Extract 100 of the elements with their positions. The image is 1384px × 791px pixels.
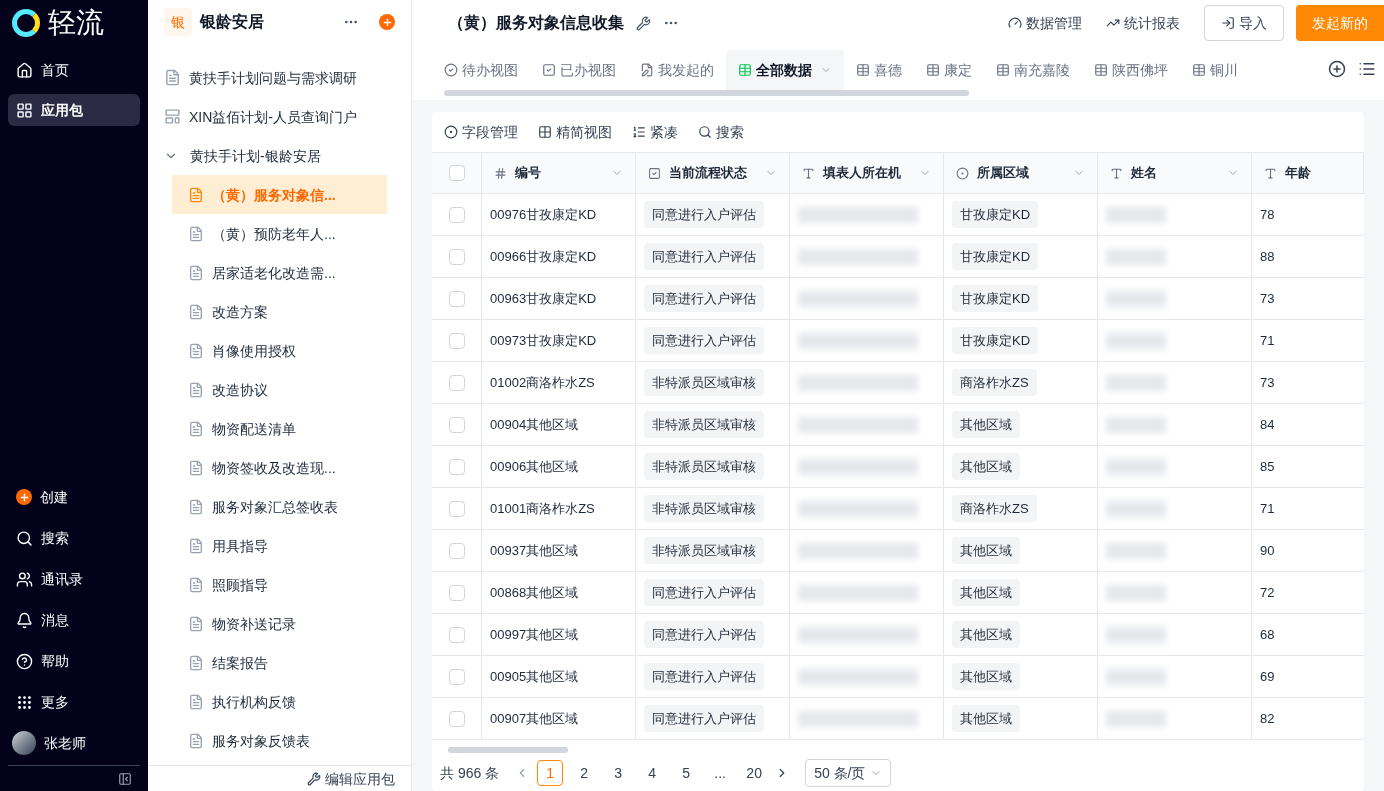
status-tag: 非特派员区域审核 <box>644 368 764 397</box>
form-item[interactable]: 物资签收及改造现... <box>172 448 387 487</box>
page-button[interactable]: 20 <box>741 760 768 786</box>
table-cell-text: 00907其他区域 <box>490 709 579 728</box>
nav-item[interactable]: 通讯录 <box>8 561 140 597</box>
user-item[interactable]: 张老师 <box>8 725 140 761</box>
form-item[interactable]: 改造协议 <box>172 370 387 409</box>
scrollbar-thumb[interactable] <box>444 90 969 96</box>
column-header[interactable]: 填表人所在机 <box>790 153 944 193</box>
page-size-select[interactable]: 50 条/页 <box>805 759 891 787</box>
form-icon <box>188 225 204 242</box>
search-icon <box>16 529 33 547</box>
row-checkbox[interactable] <box>448 332 465 349</box>
column-header[interactable]: 编号 <box>482 153 636 193</box>
form-item[interactable]: （黄）预防老年人... <box>172 214 387 253</box>
nav-item[interactable]: 搜索 <box>8 520 140 556</box>
header-link[interactable]: 统计报表 <box>1106 13 1180 33</box>
page-button[interactable]: 2 <box>571 760 598 786</box>
view-tab[interactable]: 全部数据 <box>726 50 844 90</box>
nav-item[interactable]: 消息 <box>8 602 140 638</box>
import-button[interactable]: 导入 <box>1204 5 1284 41</box>
select-all-checkbox[interactable] <box>448 165 465 181</box>
row-checkbox[interactable] <box>448 458 465 475</box>
row-checkbox[interactable] <box>448 290 465 307</box>
table-icon <box>996 63 1010 77</box>
form-item[interactable]: 照顾指导 <box>172 565 387 604</box>
column-header[interactable]: 当前流程状态 <box>636 153 790 193</box>
view-tab[interactable]: 待办视图 <box>432 50 530 90</box>
blurred-cell <box>1106 374 1166 391</box>
page-button[interactable]: 4 <box>639 760 666 786</box>
column-header[interactable]: 年龄 <box>1252 153 1364 193</box>
form-item[interactable]: 居家适老化改造需... <box>172 253 387 292</box>
form-item[interactable]: 服务对象汇总签收表 <box>172 487 387 526</box>
view-tab[interactable]: 我发起的 <box>628 50 726 90</box>
page-button[interactable]: ... <box>707 760 734 786</box>
help-icon <box>16 652 33 670</box>
toolbar-button[interactable]: 精简视图 <box>538 122 612 142</box>
form-icon <box>188 303 204 320</box>
table-icon <box>856 63 870 77</box>
column-header[interactable]: 所属区域 <box>944 153 1098 193</box>
row-checkbox[interactable] <box>448 626 465 643</box>
view-tab[interactable]: 铜川 <box>1180 50 1250 90</box>
nav-item[interactable]: 应用包 <box>8 94 140 126</box>
form-item[interactable]: XIN益佰计划-人员查询门户 <box>164 97 387 136</box>
form-item[interactable]: 结案报告 <box>172 643 387 682</box>
toolbar-button[interactable]: 字段管理 <box>444 122 518 142</box>
collapse-icon[interactable] <box>118 771 132 786</box>
plus-icon <box>16 489 32 505</box>
edit-app-button[interactable]: 编辑应用包 <box>307 768 395 789</box>
wrench-icon[interactable] <box>636 15 651 31</box>
form-item[interactable]: 服务对象反馈表 <box>172 721 387 760</box>
form-item[interactable]: 黄扶手计划问题与需求调研 <box>164 58 387 97</box>
row-checkbox[interactable] <box>448 248 465 265</box>
view-tab[interactable]: 喜德 <box>844 50 914 90</box>
table-cell-text: 00904其他区域 <box>490 415 579 434</box>
blurred-cell <box>1106 458 1166 475</box>
line-spacing-icon <box>632 125 646 139</box>
view-tab[interactable]: 南充嘉陵 <box>984 50 1082 90</box>
nav-item[interactable]: 首页 <box>8 54 140 86</box>
form-item[interactable]: 肖像使用授权 <box>172 331 387 370</box>
form-item[interactable]: 改造方案 <box>172 292 387 331</box>
row-checkbox[interactable] <box>448 416 465 433</box>
nav-item[interactable]: 更多 <box>8 684 140 720</box>
form-item[interactable]: 物资补送记录 <box>172 604 387 643</box>
view-tab[interactable]: 康定 <box>914 50 984 90</box>
row-checkbox[interactable] <box>448 374 465 391</box>
view-tab[interactable]: 陕西佛坪 <box>1082 50 1180 90</box>
form-item[interactable]: 物资配送清单 <box>172 409 387 448</box>
gauge-icon <box>1008 16 1022 30</box>
table-cell-text: 71 <box>1260 331 1275 350</box>
form-icon <box>188 615 204 632</box>
row-checkbox[interactable] <box>448 584 465 601</box>
total-count: 共 966 条 <box>440 764 500 783</box>
form-item[interactable]: 执行机构反馈 <box>172 682 387 721</box>
page-button[interactable]: 5 <box>673 760 700 786</box>
page-title: （黄）服务对象信息收集 <box>448 13 624 33</box>
row-checkbox[interactable] <box>448 710 465 727</box>
add-icon[interactable] <box>379 14 395 30</box>
toolbar-button[interactable]: 紧凑 <box>632 122 678 142</box>
scrollbar-thumb[interactable] <box>448 747 568 753</box>
toolbar-button[interactable]: 搜索 <box>698 122 744 142</box>
row-checkbox[interactable] <box>448 206 465 223</box>
app-title: 银龄安居 <box>200 12 265 32</box>
group-item[interactable]: 黄扶手计划-银龄安居 <box>164 136 387 175</box>
row-checkbox[interactable] <box>448 668 465 685</box>
table-cell-text: 72 <box>1260 583 1275 602</box>
header-link[interactable]: 数据管理 <box>1008 13 1082 33</box>
form-item[interactable]: 用具指导 <box>172 526 387 565</box>
nav-item[interactable]: 创建 <box>8 479 140 515</box>
add-view-icon[interactable] <box>1328 60 1346 78</box>
view-tab[interactable]: 已办视图 <box>530 50 628 90</box>
list-icon[interactable] <box>1358 60 1376 78</box>
column-header[interactable]: 姓名 <box>1098 153 1252 193</box>
nav-item[interactable]: 帮助 <box>8 643 140 679</box>
row-checkbox[interactable] <box>448 542 465 559</box>
search-icon <box>698 125 712 139</box>
row-checkbox[interactable] <box>448 500 465 517</box>
status-tag: 非特派员区域审核 <box>644 410 764 439</box>
page-button[interactable]: 3 <box>605 760 632 786</box>
table-cell-text: 00905其他区域 <box>490 667 579 686</box>
